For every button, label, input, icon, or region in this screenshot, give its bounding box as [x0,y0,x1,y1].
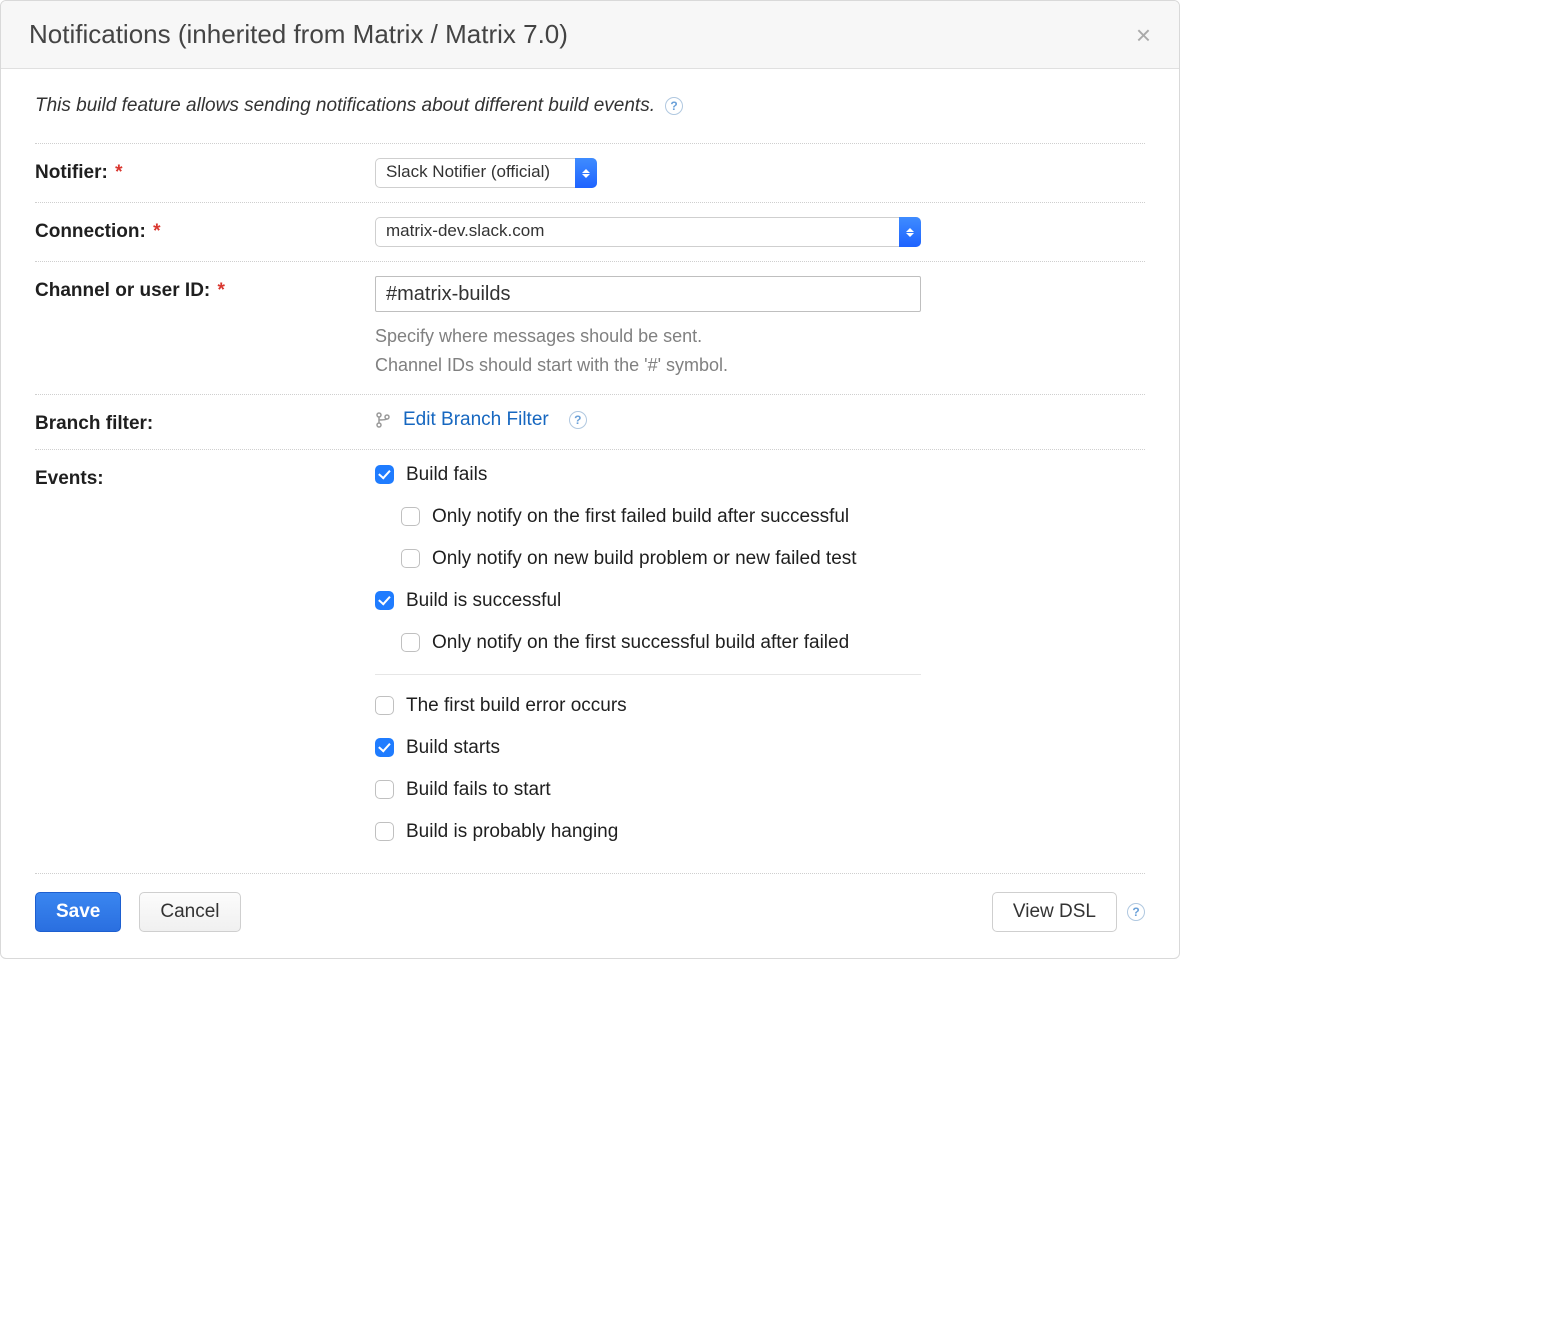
help-icon[interactable]: ? [569,411,587,429]
required-mark: * [212,280,225,301]
cancel-button[interactable]: Cancel [139,892,240,932]
view-dsl-button[interactable]: View DSL [992,892,1117,932]
notifier-select-value: Slack Notifier (official) [375,158,597,188]
row-branch-filter: Branch filter: Edit Branch Filter ? [35,395,1145,449]
checkbox-build-hanging[interactable]: Build is probably hanging [375,821,921,843]
required-mark: * [110,162,123,183]
checkbox-build-successful[interactable]: Build is successful [375,590,921,612]
notifier-select[interactable]: Slack Notifier (official) [375,158,597,188]
intro-row: This build feature allows sending notifi… [35,95,1145,117]
label-notifier: Notifier: * [35,158,375,184]
help-icon[interactable]: ? [1127,903,1145,921]
checkbox-icon [375,696,394,715]
channel-input[interactable] [375,276,921,312]
label-channel: Channel or user ID: * [35,276,375,302]
row-notifier: Notifier: * Slack Notifier (official) [35,144,1145,202]
label-events: Events: [35,464,375,490]
close-icon[interactable]: × [1136,22,1151,48]
checkbox-only-new-problem[interactable]: Only notify on new build problem or new … [401,548,921,570]
dialog-footer: Save Cancel View DSL ? [35,874,1145,932]
checkbox-build-starts[interactable]: Build starts [375,737,921,759]
row-connection: Connection: * matrix-dev.slack.com [35,203,1145,261]
checkbox-icon [375,591,394,610]
events-divider [375,674,921,675]
row-channel: Channel or user ID: * Specify where mess… [35,262,1145,394]
chevron-updown-icon [899,217,921,247]
checkbox-first-build-error[interactable]: The first build error occurs [375,695,921,717]
dialog-header: Notifications (inherited from Matrix / M… [1,1,1179,69]
checkbox-icon [401,633,420,652]
label-connection: Connection: * [35,217,375,243]
channel-hint: Specify where messages should be sent. C… [375,322,1145,380]
events-list: Build fails Only notify on the first fai… [375,464,921,843]
required-mark: * [148,221,161,242]
branch-icon [375,412,391,428]
checkbox-icon [375,780,394,799]
checkbox-icon [375,822,394,841]
chevron-updown-icon [575,158,597,188]
notifications-dialog: Notifications (inherited from Matrix / M… [0,0,1180,959]
checkbox-build-fails[interactable]: Build fails [375,464,921,486]
checkbox-build-fails-to-start[interactable]: Build fails to start [375,779,921,801]
checkbox-only-first-failed[interactable]: Only notify on the first failed build af… [401,506,921,528]
checkbox-only-first-success[interactable]: Only notify on the first successful buil… [401,632,921,654]
save-button[interactable]: Save [35,892,121,932]
label-branch-filter: Branch filter: [35,409,375,435]
row-events: Events: Build fails Only notify on the f… [35,450,1145,873]
dialog-title: Notifications (inherited from Matrix / M… [29,19,568,50]
intro-text: This build feature allows sending notifi… [35,95,655,117]
connection-select-value: matrix-dev.slack.com [375,217,921,247]
checkbox-icon [401,507,420,526]
help-icon[interactable]: ? [665,97,683,115]
checkbox-icon [375,465,394,484]
edit-branch-filter-link[interactable]: Edit Branch Filter [403,409,549,431]
dialog-body: This build feature allows sending notifi… [1,69,1179,958]
checkbox-icon [401,549,420,568]
checkbox-icon [375,738,394,757]
connection-select[interactable]: matrix-dev.slack.com [375,217,921,247]
